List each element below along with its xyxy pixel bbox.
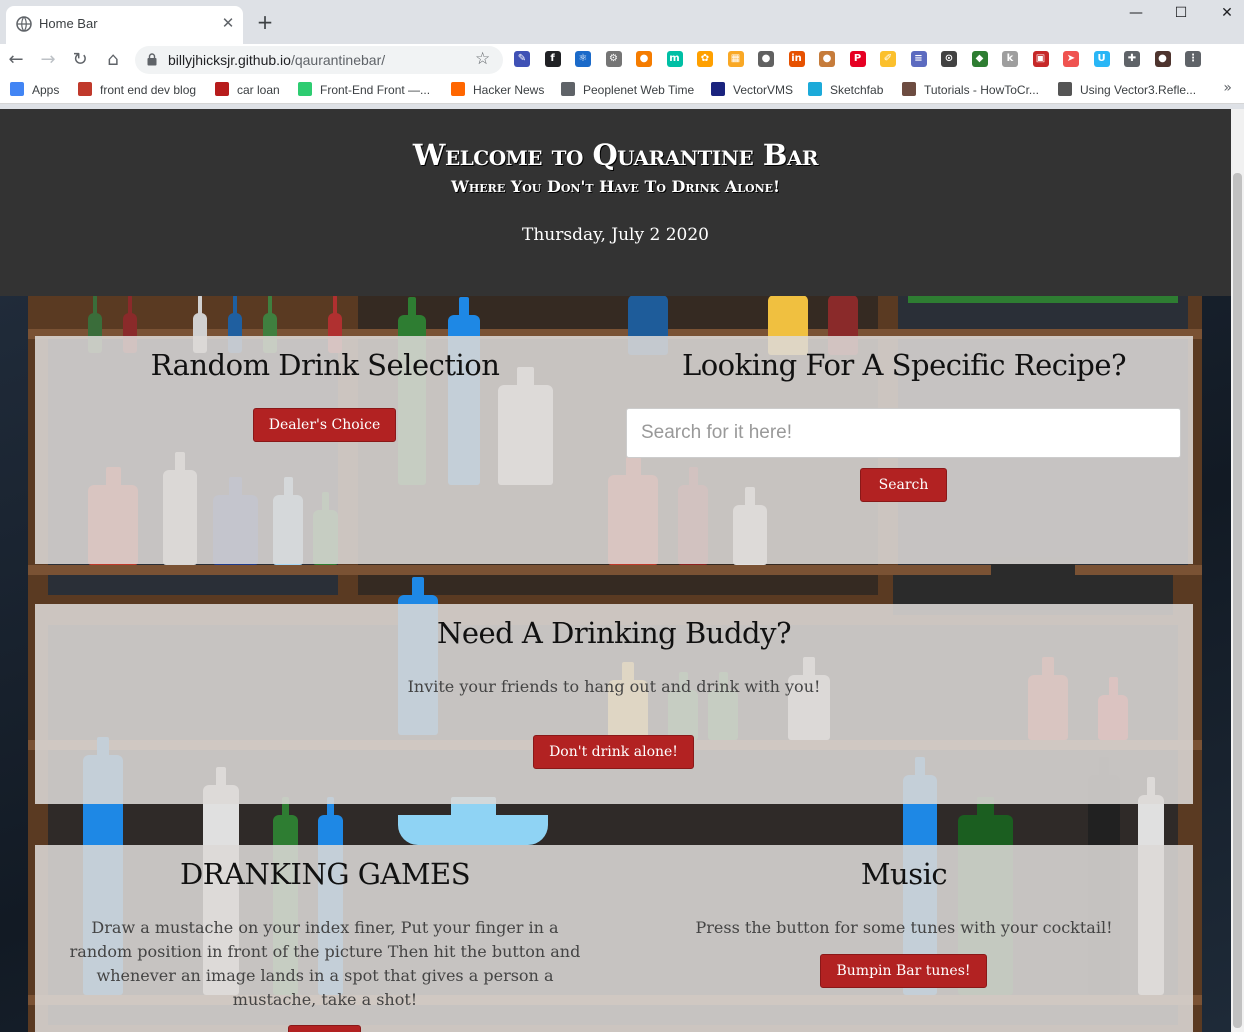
bookmark-label: car loan: [237, 83, 280, 97]
flower-ext-icon[interactable]: ✿: [697, 51, 713, 67]
arrow-ext-icon[interactable]: ➤: [1063, 51, 1079, 67]
url-path: /qaurantinebar/: [290, 52, 386, 68]
browser-toolbar: ← → ↻ ⌂ billyjhicksjr.github.io/qauranti…: [0, 44, 1244, 76]
bookmark-label: Sketchfab: [830, 83, 884, 97]
drinking-buddy-card: Need A Drinking Buddy? Invite your frien…: [35, 604, 1193, 804]
code-ext-icon[interactable]: ⊙: [941, 51, 957, 67]
specific-recipe-heading: Looking For A Specific Recipe?: [681, 348, 1127, 382]
bookmark-label: Peoplenet Web Time: [583, 83, 695, 97]
games-music-card: DRANKING GAMES Draw a mustache on your i…: [35, 845, 1193, 1032]
m-ext-icon[interactable]: m: [666, 51, 683, 67]
chat-ext-icon[interactable]: ●: [636, 51, 652, 67]
dot-ext-icon[interactable]: ●: [758, 51, 774, 67]
globe-icon: [561, 82, 575, 96]
bookmark-4[interactable]: Hacker News: [451, 81, 544, 99]
frontend-icon: [298, 82, 312, 96]
scrollbar-thumb[interactable]: [1233, 173, 1242, 1028]
bookmark-1[interactable]: front end dev blog: [78, 81, 196, 99]
music-heading: Music: [860, 857, 948, 891]
bookmark-label: Apps: [32, 83, 60, 97]
minimize-button[interactable]: —: [1113, 2, 1159, 24]
drink-finder-card: Random Drink Selection Dealer's Choice L…: [35, 336, 1193, 564]
vectorvms-icon: [711, 82, 725, 96]
blog-icon: [78, 82, 92, 96]
music-text: Press the button for some tunes with you…: [695, 918, 1113, 937]
bookmark-9[interactable]: Using Vector3.Refle...: [1058, 81, 1196, 99]
car-loan-icon: [215, 82, 229, 96]
home-icon[interactable]: ⌂: [101, 48, 125, 72]
gear-ext-icon[interactable]: ⚙: [605, 51, 622, 67]
url-text: billyjhicksjr.github.io/qaurantinebar/: [168, 52, 385, 68]
page-scrollbar[interactable]: [1231, 109, 1244, 1032]
dont-drink-alone-button[interactable]: Don't drink alone!: [533, 735, 694, 769]
bookmarks-bar: Apps front end dev blog car loan Front-End …: [0, 76, 1244, 104]
site-tagline: Where You Don't Have To Drink Alone!: [450, 177, 781, 196]
bookmark-label: front end dev blog: [100, 83, 197, 97]
dranking-games-text: Draw a mustache on your index finer, Put…: [69, 918, 581, 1009]
site-header: Welcome to Quarantine Bar Where You Don'…: [0, 109, 1231, 296]
bookmark-2[interactable]: car loan: [215, 81, 280, 99]
apps-grid-icon: [10, 82, 24, 96]
globe-icon: [16, 16, 32, 32]
bookmarks-overflow-icon[interactable]: »: [1223, 80, 1232, 96]
bookmark-star-icon[interactable]: ☆: [475, 49, 490, 69]
bookmark-label: Using Vector3.Refle...: [1080, 83, 1197, 97]
recipe-search-input[interactable]: Search for it here!: [626, 408, 1181, 458]
bookmark-label: Front-End Front —...: [320, 83, 431, 97]
bookmark-6[interactable]: VectorVMS: [711, 81, 793, 99]
bookmark-7[interactable]: Sketchfab: [808, 81, 883, 99]
url-domain: billyjhicksjr.github.io: [168, 52, 291, 68]
close-tab-icon[interactable]: ✕: [219, 14, 237, 32]
dealers-choice-button[interactable]: Dealer's Choice: [253, 408, 396, 442]
tab-home-bar[interactable]: Home Bar ✕: [6, 6, 243, 44]
random-drink-heading: Random Drink Selection: [150, 348, 500, 382]
tab-title: Home Bar: [39, 16, 98, 31]
grid-ext-icon[interactable]: ▦: [727, 51, 744, 67]
page-viewport: Welcome to Quarantine Bar Where You Don'…: [0, 109, 1231, 1032]
puzzle-icon[interactable]: ✚: [1124, 51, 1140, 67]
stripes-ext-icon[interactable]: ≡: [910, 51, 927, 67]
maximize-button[interactable]: ☐: [1158, 2, 1204, 24]
tutorials-icon: [902, 82, 916, 96]
reload-icon[interactable]: ↻: [68, 48, 92, 72]
box-ext-icon[interactable]: ▣: [1032, 51, 1049, 67]
current-date: Thursday, July 2 2020: [522, 225, 709, 245]
tab-strip: Home Bar ✕ + — ☐ ✕: [0, 0, 1244, 44]
drinking-buddy-heading: Need A Drinking Buddy?: [436, 616, 792, 650]
bookmark-3[interactable]: Front-End Front —...: [298, 81, 430, 99]
back-arrow-icon[interactable]: ←: [4, 48, 28, 72]
font-icon[interactable]: f: [544, 51, 561, 67]
forward-arrow-icon[interactable]: →: [36, 48, 60, 72]
bookmark-label: Hacker News: [473, 83, 545, 97]
lock-icon: [147, 53, 157, 66]
hacker-news-icon: [451, 82, 465, 96]
bookmark-8[interactable]: Tutorials - HowToCr...: [902, 81, 1039, 99]
sketchfab-icon: [808, 82, 822, 96]
cookie-ext-icon[interactable]: ●: [819, 51, 835, 67]
bookmark-label: Tutorials - HowToCr...: [924, 83, 1039, 97]
dranking-games-heading: DRANKING GAMES: [179, 857, 471, 891]
eyedropper-icon[interactable]: ✎: [514, 51, 530, 67]
site-title: Welcome to Quarantine Bar: [412, 138, 819, 172]
k-ext-icon[interactable]: k: [1002, 51, 1018, 67]
dranking-games-button[interactable]: [288, 1025, 361, 1032]
bookmark-0[interactable]: Apps: [10, 81, 59, 99]
react-icon[interactable]: ⚛: [575, 51, 591, 67]
drinking-buddy-text: Invite your friends to hang out and drin…: [407, 677, 821, 696]
cup-ext-icon[interactable]: U: [1093, 51, 1110, 67]
menu-dots-icon[interactable]: ⋮: [1185, 51, 1201, 67]
shield-ext-icon[interactable]: ◆: [971, 51, 988, 67]
bookmark-5[interactable]: Peoplenet Web Time: [561, 81, 694, 99]
avatar-icon[interactable]: ●: [1154, 51, 1171, 67]
pinterest-icon[interactable]: P: [849, 51, 866, 67]
search-button[interactable]: Search: [860, 468, 947, 502]
in-ext-icon[interactable]: in: [788, 51, 805, 67]
address-bar[interactable]: billyjhicksjr.github.io/qaurantinebar/ ☆: [135, 46, 503, 74]
bookmark-label: VectorVMS: [733, 83, 794, 97]
new-tab-button[interactable]: +: [254, 11, 276, 33]
pencil-ext-icon[interactable]: ✐: [880, 51, 896, 67]
bar-tunes-button[interactable]: Bumpin Bar tunes!: [820, 954, 987, 988]
close-window-button[interactable]: ✕: [1204, 2, 1244, 24]
unity-icon: [1058, 82, 1072, 96]
